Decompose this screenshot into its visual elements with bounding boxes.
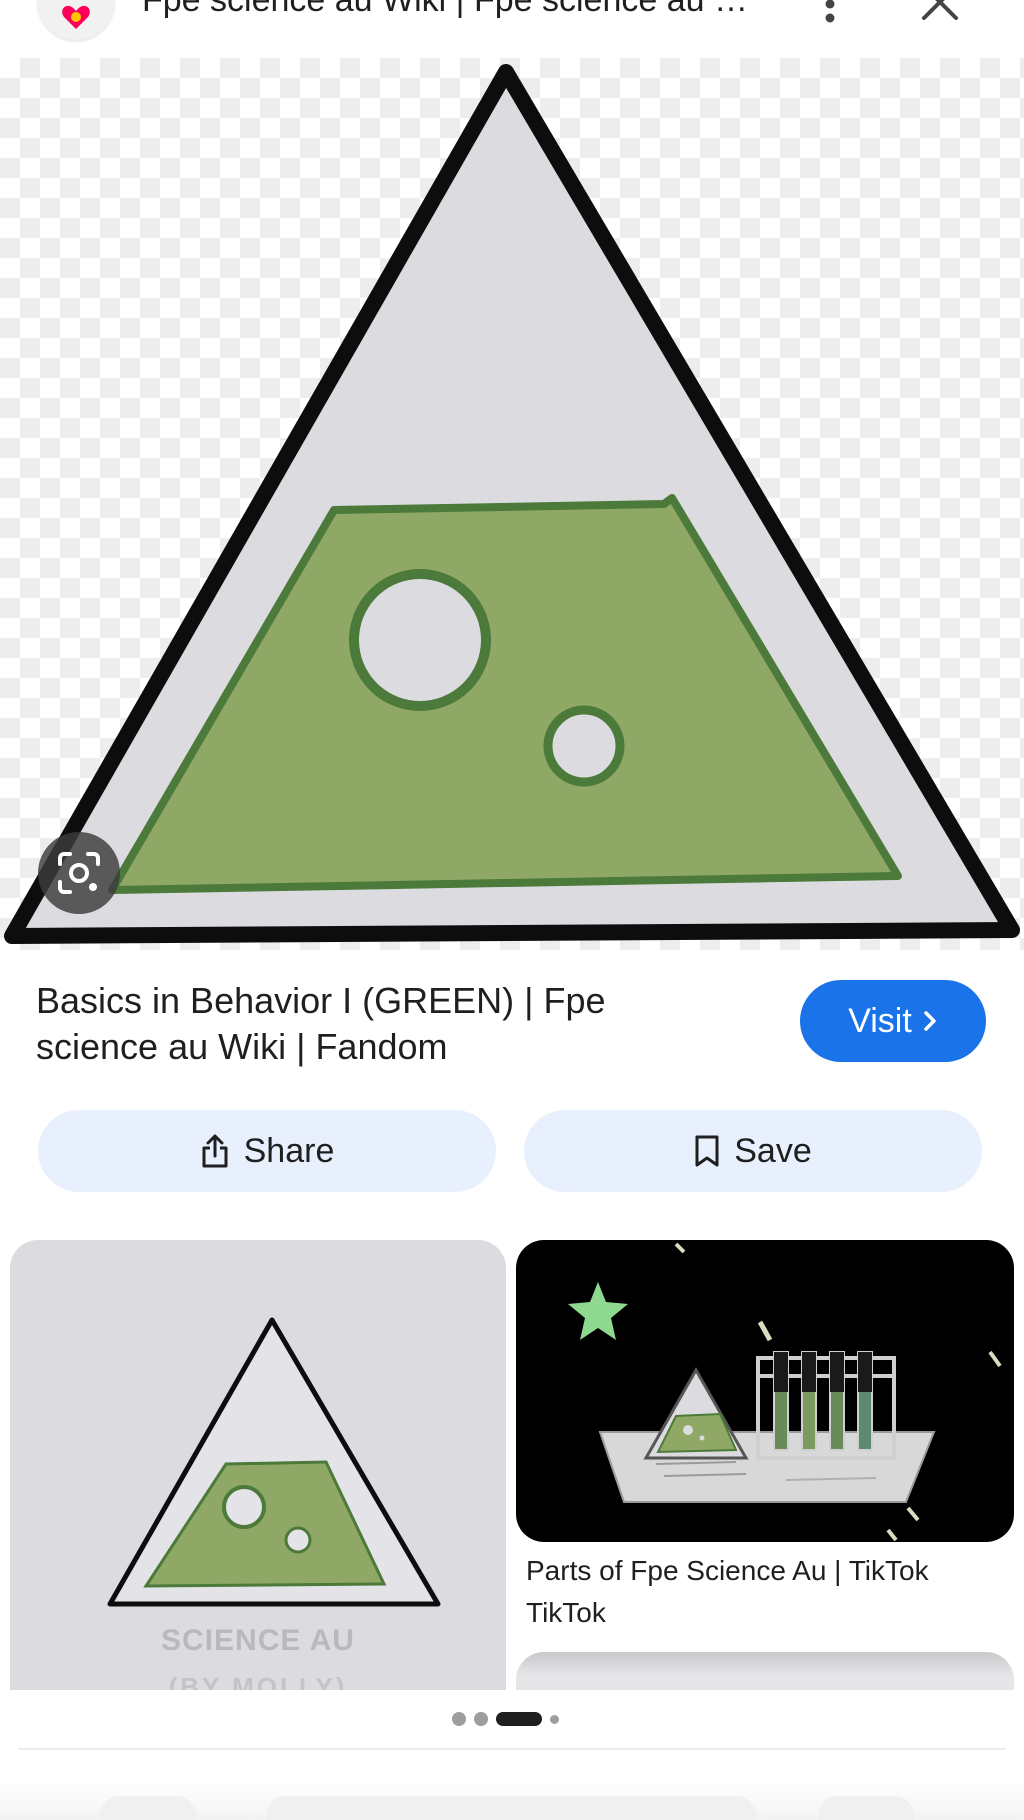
share-icon: [202, 1134, 228, 1168]
save-label: Save: [734, 1131, 812, 1170]
page-dot[interactable]: [474, 1712, 488, 1726]
related-result-title[interactable]: Parts of Fpe Science Au | TikTok: [526, 1550, 996, 1592]
visit-label: Visit: [848, 1001, 912, 1040]
preview-image[interactable]: [0, 58, 1024, 950]
bookmark-icon: [695, 1135, 719, 1167]
top-bar: Fpe science au Wiki | Fpe science au W..…: [0, 0, 1024, 56]
close-button[interactable]: [918, 0, 962, 24]
thumbnail-caption-text: SCIENCE AU: [161, 1624, 355, 1657]
google-lens-button[interactable]: [38, 832, 120, 914]
image-viewer-page: Fpe science au Wiki | Fpe science au W..…: [0, 0, 1024, 1820]
bottom-toolbar-pill[interactable]: [266, 1796, 756, 1820]
related-result-card[interactable]: SCIENCE AU (BY MOLLY): [10, 1240, 506, 1690]
share-label: Share: [243, 1131, 335, 1170]
site-title[interactable]: Fpe science au Wiki | Fpe science au W..…: [142, 0, 762, 20]
share-button[interactable]: Share: [38, 1110, 496, 1192]
flask-triangle-illustration: [4, 64, 1020, 944]
google-lens-icon: [58, 852, 100, 894]
more-vert-icon: [825, 0, 835, 23]
page-dot[interactable]: [550, 1714, 559, 1724]
flask-triangle-thumbnail: [107, 1317, 441, 1607]
page-dot[interactable]: [452, 1712, 466, 1726]
close-icon: [922, 0, 958, 20]
bottom-toolbar-pill[interactable]: [818, 1796, 914, 1820]
result-title[interactable]: Basics in Behavior I (GREEN) | Fpe scien…: [36, 978, 736, 1070]
chevron-right-icon: [924, 1011, 936, 1031]
thumbnail-caption-subtext: (BY MOLLY): [168, 1672, 348, 1690]
pagination-dots: [452, 1712, 559, 1726]
page-dot-active[interactable]: [496, 1712, 542, 1726]
lab-scene-thumbnail: [568, 1242, 1002, 1542]
fandom-heart-icon: [62, 5, 90, 30]
related-result-source: TikTok: [526, 1597, 606, 1628]
related-result-card-tiktok[interactable]: [516, 1240, 1014, 1542]
visit-button[interactable]: Visit: [800, 980, 986, 1062]
divider: [18, 1748, 1006, 1750]
bottom-toolbar-pill[interactable]: [100, 1796, 196, 1820]
site-favicon[interactable]: [38, 0, 114, 40]
more-options-button[interactable]: [810, 0, 850, 26]
save-button[interactable]: Save: [524, 1110, 982, 1192]
